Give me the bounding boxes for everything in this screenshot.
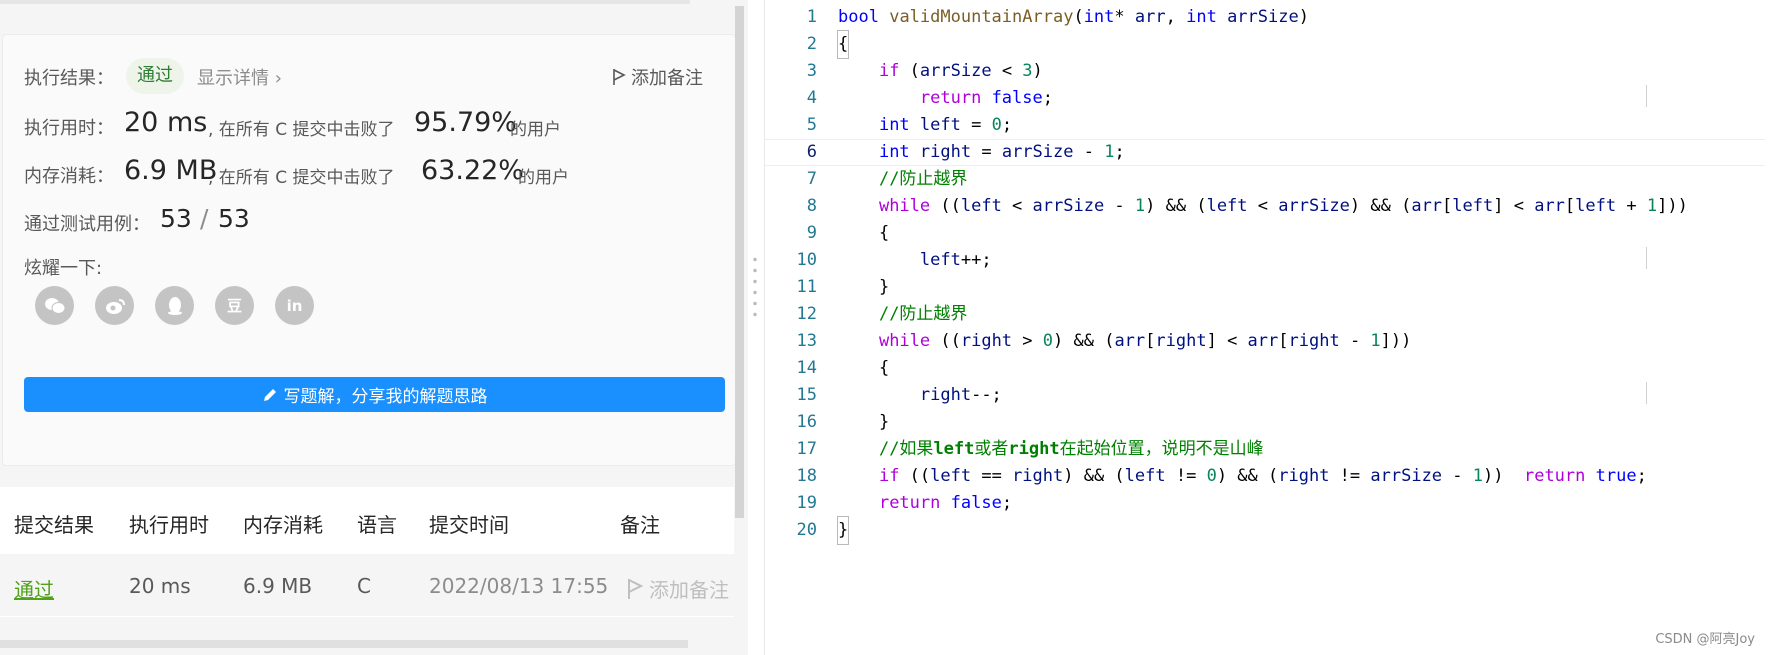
runtime-suffix: , 在所有 C 提交中击败了 [208, 120, 395, 140]
status-badge: 通过 [126, 58, 184, 94]
row-time: 2022/08/13 17:55 [429, 574, 609, 598]
horizontal-scrollbar[interactable] [0, 640, 688, 648]
memory-users: 的用户 [518, 168, 569, 188]
write-solution-button[interactable]: 写题解，分享我的解题思路 [24, 377, 725, 412]
line-number: 18 [796, 466, 817, 486]
linkedin-icon[interactable]: in [275, 286, 314, 325]
row-memory: 6.9 MB [243, 574, 313, 598]
col-header-note: 备注 [620, 513, 660, 537]
memory-suffix: , 在所有 C 提交中击败了 [208, 168, 395, 188]
douban-icon[interactable]: 豆 [215, 286, 254, 325]
code-editor[interactable]: 1 bool validMountainArray(int* arr, int a… [764, 0, 1772, 655]
code-line: 4 return false; [765, 85, 1765, 112]
code-line: 16 } [765, 409, 1765, 436]
code-line: 2{ [765, 30, 1765, 59]
tests-total: 53 [218, 204, 250, 233]
col-header-time: 提交时间 [429, 513, 509, 537]
code-lines: 1 bool validMountainArray(int* arr, int a… [765, 4, 1765, 545]
code-line: 20} [765, 516, 1765, 545]
code-line: 3 if (arrSize < 3) [765, 58, 1765, 85]
status-label: 执行结果： [24, 68, 114, 89]
line-number: 19 [796, 493, 817, 513]
panel-resize-handle[interactable] [752, 254, 758, 320]
code-line: 8 while ((left < arrSize - 1) && (left <… [765, 193, 1765, 220]
memory-label: 内存消耗： [24, 166, 114, 187]
row-language: C [357, 574, 371, 598]
line-number: 8 [806, 196, 817, 216]
flag-icon [613, 69, 626, 85]
line-number: 14 [796, 358, 817, 378]
flag-icon [628, 579, 644, 599]
col-header-memory: 内存消耗 [243, 513, 323, 537]
line-number: 10 [796, 250, 817, 270]
code-line: 15 right--; [765, 382, 1765, 409]
line-number: 12 [796, 304, 817, 324]
tests-passed: 53 [160, 204, 192, 233]
code-line: 17 //如果left或者right在起始位置，说明不是山峰 [765, 436, 1765, 463]
runtime-percentile: 95.79% [414, 107, 517, 138]
code-line: 14 { [765, 355, 1765, 382]
pencil-icon [263, 388, 276, 401]
memory-value: 6.9 MB [124, 155, 218, 186]
code-line: 9 { [765, 220, 1765, 247]
col-header-runtime: 执行用时 [129, 513, 209, 537]
code-line: 7 //防止越界 [765, 166, 1765, 193]
code-line: 11 } [765, 274, 1765, 301]
line-number: 20 [796, 520, 817, 540]
code-line: 1 bool validMountainArray(int* arr, int a… [765, 4, 1765, 31]
code-line-current: 6 int right = arrSize - 1; [765, 139, 1765, 166]
watermark: CSDN @阿亮Joy [1655, 632, 1755, 647]
vertical-scrollbar[interactable] [735, 6, 744, 518]
line-number: 13 [796, 331, 817, 351]
line-number: 1 [806, 7, 817, 27]
row-result-link[interactable]: 通过 [14, 574, 54, 603]
line-number: 4 [806, 88, 817, 108]
line-number: 15 [796, 385, 817, 405]
line-number: 5 [806, 115, 817, 135]
chevron-right-icon: › [274, 68, 282, 89]
memory-percentile: 63.22% [421, 155, 524, 186]
col-header-result: 提交结果 [14, 513, 94, 537]
line-number: 9 [806, 223, 817, 243]
runtime-label: 执行用时： [24, 118, 114, 139]
code-line: 18 if ((left == right) && (left != 0) &&… [765, 463, 1765, 490]
wechat-icon[interactable] [35, 286, 74, 325]
share-label: 炫耀一下: [24, 258, 103, 279]
top-scrollbar[interactable] [0, 0, 690, 4]
weibo-icon[interactable] [95, 286, 134, 325]
code-line: 5 int left = 0; [765, 112, 1765, 139]
code-line: 13 while ((right > 0) && (arr[right] < a… [765, 328, 1765, 355]
line-number: 2 [806, 34, 817, 54]
qq-icon[interactable] [155, 286, 194, 325]
indent-guide [1646, 85, 1647, 107]
row-add-note-button[interactable]: 添加备注 [627, 574, 729, 603]
code-line: 12 //防止越界 [765, 301, 1765, 328]
tests-label: 通过测试用例： [24, 214, 150, 235]
add-note-button[interactable]: 添加备注 [612, 64, 703, 90]
runtime-users: 的用户 [510, 120, 561, 140]
indent-guide [1646, 382, 1647, 404]
line-number: 16 [796, 412, 817, 432]
line-number: 17 [796, 439, 817, 459]
line-number: 3 [806, 61, 817, 81]
code-line: 10 left++; [765, 247, 1765, 274]
submission-panel: 执行结果： 通过 显示详情 › 添加备注 执行用时： 20 ms , 在所有 C… [0, 0, 758, 655]
col-header-language: 语言 [357, 513, 397, 537]
line-number: 6 [806, 142, 817, 162]
indent-guide [1646, 247, 1647, 269]
line-number: 11 [796, 277, 817, 297]
show-details-link[interactable]: 显示详情 › [197, 64, 282, 90]
tests-separator: / [200, 204, 209, 233]
code-line: 19 return false; [765, 490, 1765, 517]
row-runtime: 20 ms [129, 574, 191, 598]
line-number: 7 [806, 169, 817, 189]
runtime-value: 20 ms [124, 107, 208, 138]
